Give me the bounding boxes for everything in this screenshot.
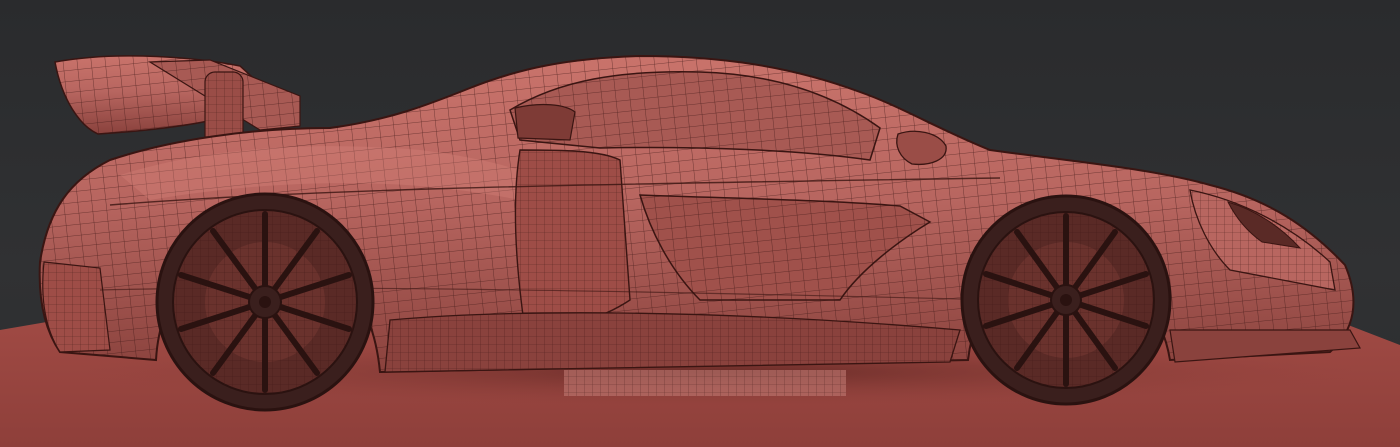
3d-viewport[interactable] [0, 0, 1400, 447]
rear-wheel [155, 192, 375, 412]
scene-canvas [0, 54, 1400, 447]
front-wheel [960, 194, 1172, 406]
ground-marker [564, 370, 846, 396]
